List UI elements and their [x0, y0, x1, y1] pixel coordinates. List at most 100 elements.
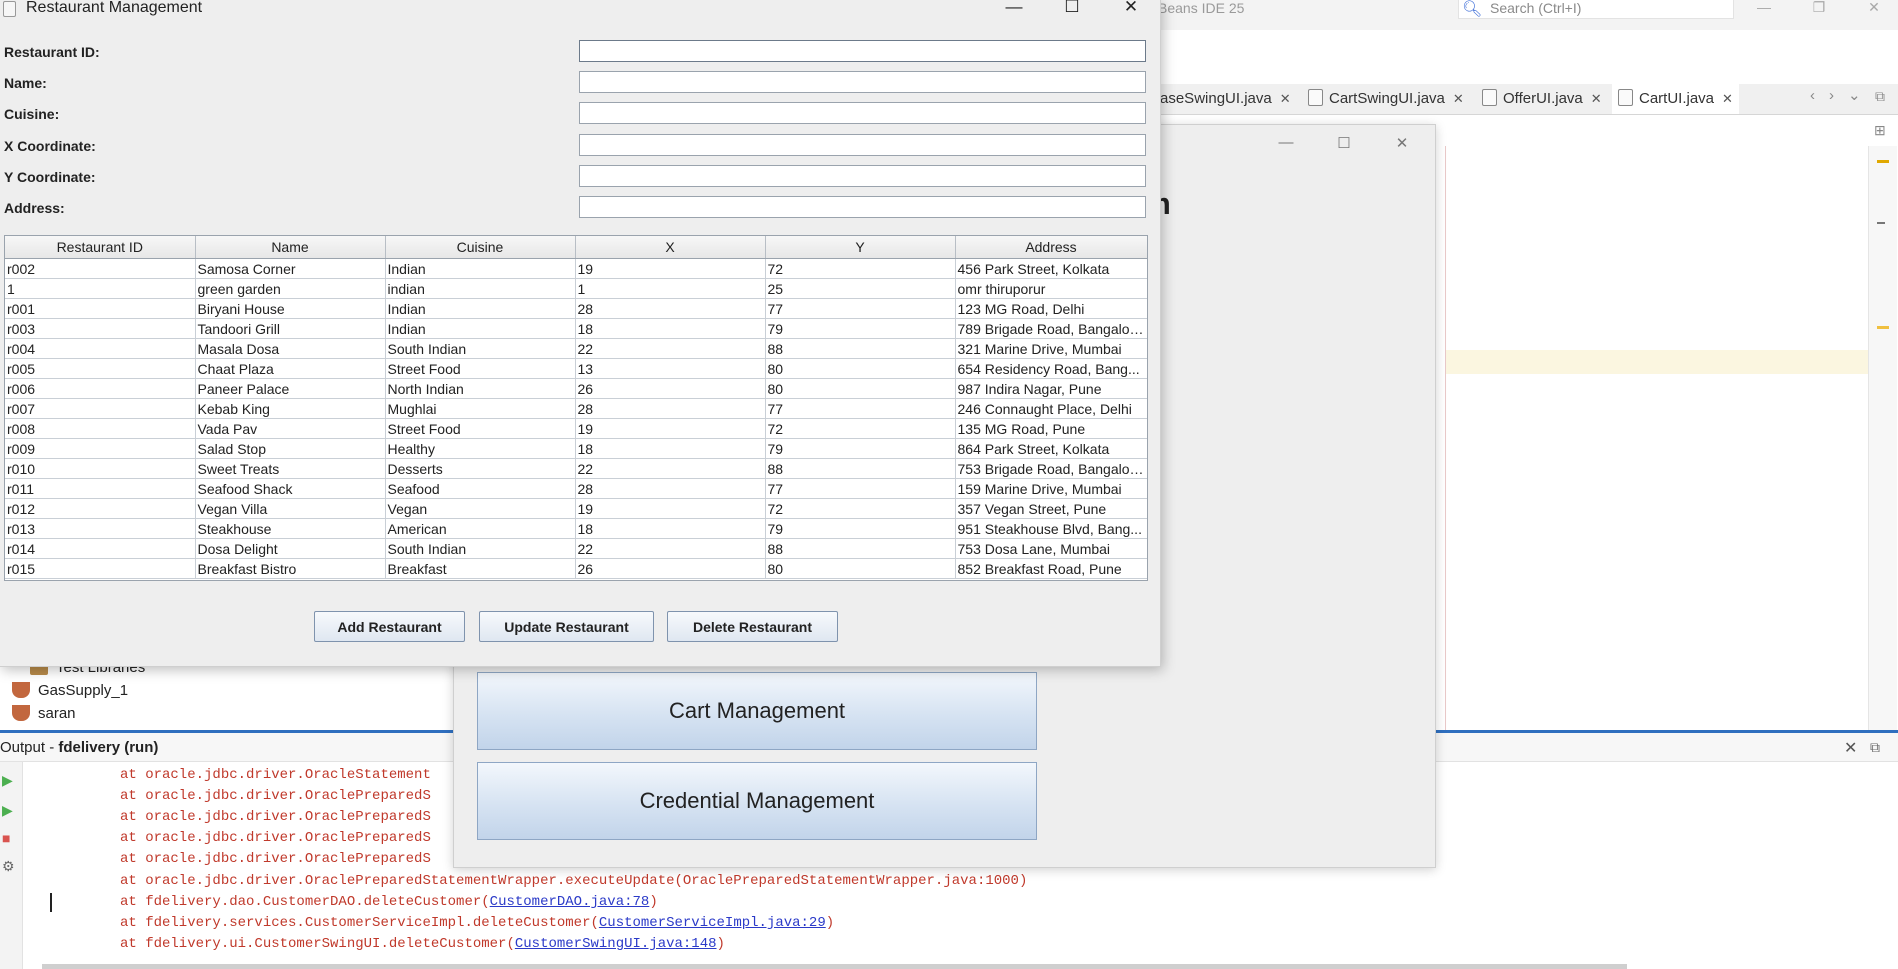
table-cell[interactable]: r009: [5, 438, 196, 459]
table-cell[interactable]: 321 Marine Drive, Mumbai: [955, 338, 1147, 359]
close-icon[interactable]: ✕: [1116, 0, 1146, 17]
table-cell[interactable]: Desserts: [385, 458, 576, 479]
table-cell[interactable]: r014: [5, 538, 196, 559]
table-cell[interactable]: omr thiruporur: [955, 278, 1147, 299]
table-cell[interactable]: 80: [765, 378, 956, 399]
table-cell[interactable]: r003: [5, 318, 196, 339]
output-horizontal-scrollbar[interactable]: [42, 964, 1627, 969]
table-cell[interactable]: 79: [765, 518, 956, 539]
table-cell[interactable]: 28: [575, 298, 766, 319]
table-row[interactable]: r006 Paneer Palace North Indian 26 80 987 Ind…: [5, 378, 1147, 399]
table-cell[interactable]: 753 Dosa Lane, Mumbai: [955, 538, 1147, 559]
table-row[interactable]: r012 Vegan Villa Vegan 19 72 357 Vegan Street…: [5, 498, 1147, 519]
delete-restaurant-button[interactable]: Delete Restaurant: [667, 611, 838, 642]
ide-maximize-icon[interactable]: ❐: [1807, 0, 1831, 16]
table-cell[interactable]: 18: [575, 438, 766, 459]
table-cell[interactable]: r006: [5, 378, 196, 399]
table-cell[interactable]: r002: [5, 258, 196, 279]
table-cell[interactable]: Vegan: [385, 498, 576, 519]
table-row[interactable]: r013 Steakhouse American 18 79 951 Steakhouse…: [5, 518, 1147, 539]
table-cell[interactable]: 18: [575, 318, 766, 339]
table-cell[interactable]: 654 Residency Road, Bang...: [955, 358, 1147, 379]
close-icon[interactable]: ✕: [1844, 738, 1857, 758]
table-row[interactable]: r005 Chaat Plaza Street Food 13 80 654 Reside…: [5, 358, 1147, 379]
table-cell[interactable]: 753 Brigade Road, Bangalor...: [955, 458, 1147, 479]
table-cell[interactable]: 22: [575, 458, 766, 479]
table-cell[interactable]: green garden: [195, 278, 386, 299]
table-cell[interactable]: 88: [765, 338, 956, 359]
table-cell[interactable]: indian: [385, 278, 576, 299]
restaurant-table[interactable]: Restaurant ID Name Cuisine X Y Address r…: [4, 235, 1148, 581]
y-coordinate-field[interactable]: [579, 165, 1146, 187]
table-cell[interactable]: 26: [575, 558, 766, 579]
table-cell[interactable]: r001: [5, 298, 196, 319]
table-row[interactable]: r002 Samosa Corner Indian 19 72 456 Park Stre…: [5, 258, 1147, 279]
table-row[interactable]: r007 Kebab King Mughlai 28 77 246 Connaught P…: [5, 398, 1147, 419]
warning-marker[interactable]: [1877, 160, 1889, 163]
table-cell[interactable]: 80: [765, 558, 956, 579]
table-row[interactable]: r009 Salad Stop Healthy 18 79 864 Park Street…: [5, 438, 1147, 459]
maximize-icon[interactable]: ☐: [1057, 0, 1087, 17]
stacktrace-link[interactable]: CustomerDAO.java:78: [490, 894, 650, 910]
table-cell[interactable]: 987 Indira Nagar, Pune: [955, 378, 1147, 399]
restore-window-icon[interactable]: ⧉: [1875, 88, 1885, 105]
table-cell[interactable]: 88: [765, 458, 956, 479]
table-cell[interactable]: 13: [575, 358, 766, 379]
table-row[interactable]: 1 green garden indian 1 25 omr thiruporur: [5, 278, 1147, 299]
editor-error-stripe[interactable]: [1868, 146, 1897, 730]
column-header-name[interactable]: Name: [195, 236, 386, 259]
table-cell[interactable]: Tandoori Grill: [195, 318, 386, 339]
table-cell[interactable]: r013: [5, 518, 196, 539]
close-icon[interactable]: ✕: [1390, 134, 1414, 152]
table-cell[interactable]: 72: [765, 498, 956, 519]
table-cell[interactable]: 79: [765, 318, 956, 339]
tree-item-saran[interactable]: saran: [12, 703, 76, 725]
table-cell[interactable]: 1: [575, 278, 766, 299]
close-icon[interactable]: ✕: [1591, 91, 1602, 106]
highlight-marker[interactable]: [1877, 326, 1889, 329]
table-cell[interactable]: 88: [765, 538, 956, 559]
editor-tab-cartswingui[interactable]: CartSwingUI.java ✕: [1308, 84, 1464, 114]
table-cell[interactable]: Seafood: [385, 478, 576, 499]
x-coordinate-field[interactable]: [579, 134, 1146, 156]
table-cell[interactable]: 123 MG Road, Delhi: [955, 298, 1147, 319]
table-cell[interactable]: 72: [765, 418, 956, 439]
table-row[interactable]: r001 Biryani House Indian 28 77 123 MG Road, …: [5, 298, 1147, 319]
table-cell[interactable]: Seafood Shack: [195, 478, 386, 499]
table-row[interactable]: r015 Breakfast Bistro Breakfast 26 80 852 Bre…: [5, 558, 1147, 579]
tab-navigation-icons[interactable]: ‹›⌄: [1810, 86, 1875, 104]
table-cell[interactable]: Biryani House: [195, 298, 386, 319]
table-cell[interactable]: 22: [575, 338, 766, 359]
table-cell[interactable]: Samosa Corner: [195, 258, 386, 279]
table-cell[interactable]: Dosa Delight: [195, 538, 386, 559]
table-cell[interactable]: 357 Vegan Street, Pune: [955, 498, 1147, 519]
stacktrace-link[interactable]: CustomerSwingUI.java:148: [515, 936, 717, 952]
table-cell[interactable]: r012: [5, 498, 196, 519]
settings-icon[interactable]: ⚙: [2, 858, 15, 875]
table-cell[interactable]: r010: [5, 458, 196, 479]
table-cell[interactable]: r015: [5, 558, 196, 579]
table-cell[interactable]: South Indian: [385, 538, 576, 559]
table-cell[interactable]: Street Food: [385, 358, 576, 379]
table-cell[interactable]: 456 Park Street, Kolkata: [955, 258, 1147, 279]
table-cell[interactable]: Kebab King: [195, 398, 386, 419]
table-cell[interactable]: 19: [575, 498, 766, 519]
table-cell[interactable]: 77: [765, 478, 956, 499]
table-cell[interactable]: 22: [575, 538, 766, 559]
table-cell[interactable]: Street Food: [385, 418, 576, 439]
restaurant-id-field[interactable]: [579, 40, 1146, 62]
stop-icon[interactable]: ■: [2, 830, 10, 846]
table-row[interactable]: r010 Sweet Treats Desserts 22 88 753 Brigade …: [5, 458, 1147, 479]
table-cell[interactable]: 18: [575, 518, 766, 539]
name-field[interactable]: [579, 71, 1146, 93]
table-cell[interactable]: Salad Stop: [195, 438, 386, 459]
table-cell[interactable]: 25: [765, 278, 956, 299]
table-cell[interactable]: Chaat Plaza: [195, 358, 386, 379]
table-cell[interactable]: 19: [575, 418, 766, 439]
table-cell[interactable]: Sweet Treats: [195, 458, 386, 479]
table-row[interactable]: r003 Tandoori Grill Indian 18 79 789 Brigade …: [5, 318, 1147, 339]
column-header-y[interactable]: Y: [765, 236, 956, 259]
table-row[interactable]: r004 Masala Dosa South Indian 22 88 321 Marin…: [5, 338, 1147, 359]
add-restaurant-button[interactable]: Add Restaurant: [314, 611, 465, 642]
close-icon[interactable]: ✕: [1280, 91, 1291, 106]
